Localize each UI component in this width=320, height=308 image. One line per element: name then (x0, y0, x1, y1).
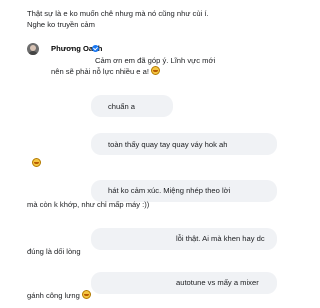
message-bubble: lỗi thật. Ai mà khen hay dc (91, 228, 277, 250)
message-bubble: autotune vs mấy a mixer (91, 272, 277, 294)
message-line2: đúng là dối lòng (27, 247, 81, 256)
reply-line2-text: nên sẽ phải nỗ lực nhiều e a! (51, 67, 149, 76)
message-bubble: chuẩn a (91, 95, 173, 117)
message-line1: hát ko cảm xúc. Miệng nhép theo lời (108, 186, 231, 195)
message-line1: lỗi thật. Ai mà khen hay dc (176, 234, 265, 243)
reply-line2: nên sẽ phải nỗ lực nhiều e a! (51, 66, 160, 77)
message-bubble: toàn thấy quay tay quay váy hok ah (91, 133, 277, 155)
reply-line1: Cảm ơn em đã góp ý. Lĩnh vực mới (95, 56, 216, 65)
user-avatar[interactable] (27, 43, 39, 55)
comment-top-line1: Thật sự là e ko muốn chê nhưg mà nó cũng… (27, 9, 209, 18)
message-line1: chuẩn a (108, 102, 136, 111)
laughing-emoji-icon (32, 158, 41, 167)
message-line2: gánh công lưng (27, 290, 91, 301)
message-line1: autotune vs mấy a mixer (176, 278, 259, 287)
comment-top-line2: Nghe ko truyền cảm (27, 20, 95, 29)
laughing-emoji-icon (81, 290, 91, 299)
verified-badge-icon (92, 45, 99, 52)
message-line2: mà còn k khớp, như chỉ mấp máy :)) (27, 200, 150, 209)
message-line2-text: gánh công lưng (27, 291, 80, 300)
laughing-emoji-icon (150, 66, 160, 75)
message-line1: toàn thấy quay tay quay váy hok ah (108, 140, 228, 149)
